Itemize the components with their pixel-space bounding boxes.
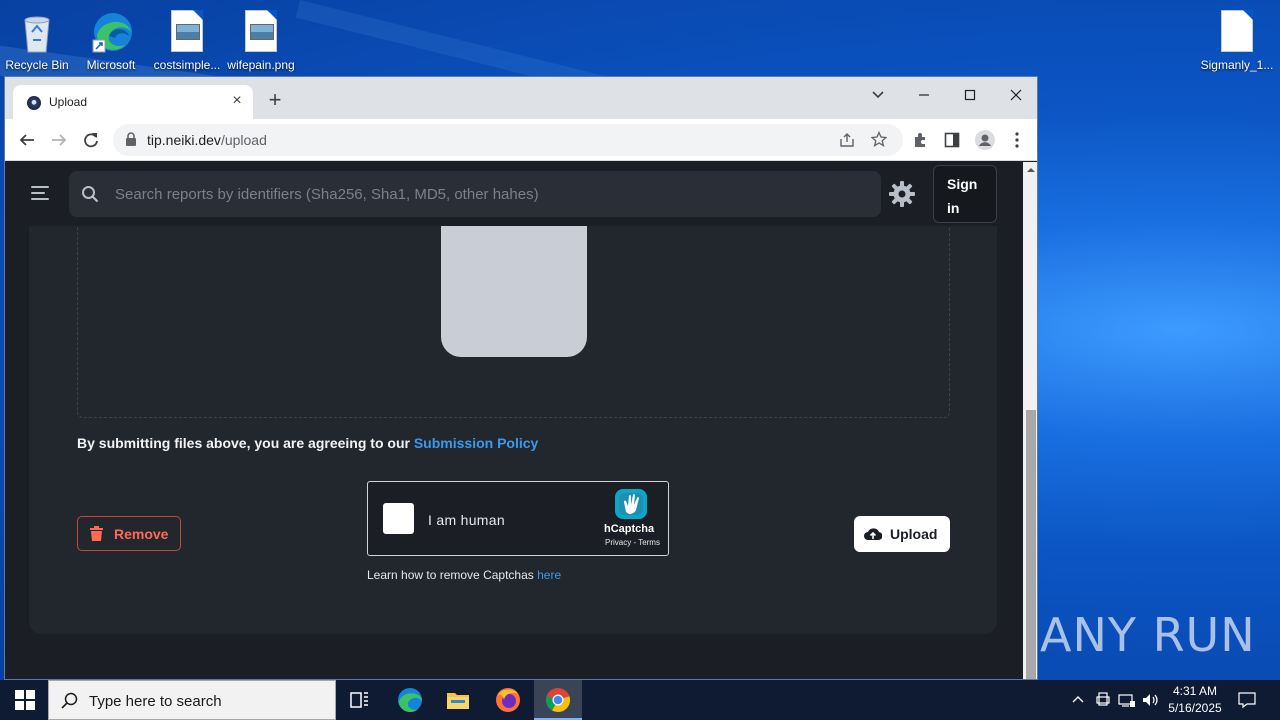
- hamburger-menu-icon[interactable]: [31, 186, 49, 200]
- scroll-up-arrow-icon[interactable]: [1026, 165, 1036, 175]
- task-view-button[interactable]: [336, 680, 384, 720]
- browser-menu-icon[interactable]: [1009, 131, 1025, 149]
- remove-label: Remove: [114, 526, 169, 542]
- hcaptcha-brand: hCaptcha: [604, 523, 655, 535]
- tab-upload[interactable]: Upload ×: [13, 85, 253, 119]
- submission-notice: By submitting files above, you are agree…: [77, 435, 538, 451]
- trash-icon: [90, 526, 103, 541]
- sign-in-button[interactable]: Sign in: [933, 165, 997, 223]
- chrome-icon: [545, 688, 571, 713]
- report-search-box: [69, 171, 881, 217]
- sigmanly-file-label: Sigmanly_1...: [1200, 58, 1274, 72]
- recycle-bin-label: Recycle Bin: [5, 58, 69, 72]
- upload-label: Upload: [890, 526, 938, 542]
- taskbar-search-placeholder: Type here to search: [89, 693, 222, 710]
- costsimple-file-label: costsimple...: [153, 58, 221, 72]
- page-content: By submitting files above, you are agree…: [5, 162, 1023, 679]
- submission-policy-link[interactable]: Submission Policy: [414, 435, 538, 451]
- captcha-checkbox[interactable]: [383, 503, 414, 534]
- cloud-upload-icon: [864, 528, 882, 541]
- hcaptcha-privacy-terms-links[interactable]: Privacy - Terms: [605, 538, 660, 547]
- sign-in-label-line2: in: [947, 200, 960, 216]
- tab-search-chevron-icon[interactable]: [855, 81, 901, 109]
- folder-icon: [447, 693, 469, 709]
- remove-captcha-note: Learn how to remove Captchas here: [367, 568, 561, 582]
- taskbar: Type here to search 4:31 AM 5/16/2025: [0, 680, 1280, 720]
- reload-button[interactable]: [77, 126, 105, 154]
- taskbar-search-icon: [61, 692, 78, 709]
- lock-icon[interactable]: [125, 132, 137, 146]
- report-search-input[interactable]: [115, 171, 855, 217]
- network-icon[interactable]: [1118, 692, 1136, 708]
- page-scrollbar[interactable]: [1023, 162, 1037, 679]
- scrollbar-thumb[interactable]: [1026, 410, 1036, 679]
- upload-card: By submitting files above, you are agree…: [29, 162, 997, 634]
- task-view-icon: [350, 692, 368, 708]
- address-bar[interactable]: tip.neiki.dev/upload: [113, 124, 903, 156]
- profile-avatar-icon[interactable]: [975, 130, 995, 150]
- taskbar-search-box[interactable]: Type here to search: [48, 680, 336, 720]
- site-favicon-icon: [27, 96, 41, 110]
- tab-title: Upload: [49, 95, 88, 109]
- firefox-icon: [496, 688, 520, 712]
- settings-gear-icon[interactable]: [889, 181, 915, 207]
- blank-file-icon[interactable]: Sigmanly_1...: [1200, 4, 1274, 72]
- upload-button[interactable]: Upload: [854, 516, 950, 552]
- hcaptcha-logo-icon: [615, 489, 647, 519]
- close-window-button[interactable]: [993, 81, 1037, 109]
- start-button[interactable]: [0, 680, 48, 720]
- browser-window: Upload × + tip.neiki.dev/upload By submi…: [4, 76, 1038, 680]
- windows-logo-icon: [15, 690, 35, 710]
- taskbar-chrome-button[interactable]: [534, 680, 582, 720]
- remove-button[interactable]: Remove: [77, 516, 181, 551]
- submission-notice-text: By submitting files above, you are agree…: [77, 435, 414, 451]
- volume-icon[interactable]: [1142, 692, 1160, 708]
- url-text[interactable]: tip.neiki.dev/upload: [147, 132, 267, 148]
- site-navbar: Sign in: [5, 162, 1023, 226]
- tray-chevron-up-icon[interactable]: [1072, 694, 1084, 704]
- forward-button[interactable]: [45, 126, 73, 154]
- anyrun-watermark: ANY RUN: [1040, 608, 1256, 662]
- edge-icon: [398, 688, 422, 713]
- sign-in-label-line1: Sign: [947, 176, 978, 192]
- notifications-icon[interactable]: [1238, 691, 1256, 709]
- taskbar-explorer-button[interactable]: [434, 680, 482, 720]
- taskbar-clock[interactable]: 4:31 AM 5/16/2025: [1162, 683, 1228, 717]
- minimize-button[interactable]: [901, 81, 947, 109]
- share-icon[interactable]: [839, 132, 855, 148]
- edge-shortcut-label: Microsoft: [86, 58, 136, 72]
- image-file-icon[interactable]: costsimple...: [150, 4, 224, 72]
- new-tab-button[interactable]: +: [263, 89, 287, 113]
- taskbar-firefox-button[interactable]: [484, 680, 532, 720]
- clock-time: 4:31 AM: [1172, 684, 1218, 698]
- captcha-label: I am human: [428, 512, 505, 528]
- clock-date: 5/16/2025: [1168, 701, 1222, 715]
- back-button[interactable]: [13, 126, 41, 154]
- remove-captcha-link[interactable]: here: [537, 568, 561, 582]
- search-icon: [82, 186, 99, 203]
- wifepain-file-label: wifepain.png: [227, 58, 295, 72]
- tab-close-icon[interactable]: ×: [227, 91, 247, 111]
- recycle-bin-icon[interactable]: Recycle Bin: [0, 4, 74, 72]
- hcaptcha-widget: I am human hCaptcha Privacy - Terms: [367, 481, 669, 556]
- edge-shortcut-icon[interactable]: Microsoft: [74, 4, 148, 72]
- bookmark-star-icon[interactable]: [871, 131, 887, 147]
- tray-device-icon[interactable]: [1096, 692, 1110, 708]
- maximize-button[interactable]: [947, 81, 993, 109]
- tab-strip: Upload × +: [5, 77, 1037, 119]
- taskbar-edge-button[interactable]: [386, 680, 434, 720]
- png-file-icon[interactable]: wifepain.png: [224, 4, 298, 72]
- browser-toolbar: tip.neiki.dev/upload: [5, 119, 1037, 161]
- extensions-icon[interactable]: [912, 132, 928, 148]
- remove-captcha-text: Learn how to remove Captchas: [367, 568, 538, 582]
- side-panel-icon[interactable]: [944, 132, 960, 148]
